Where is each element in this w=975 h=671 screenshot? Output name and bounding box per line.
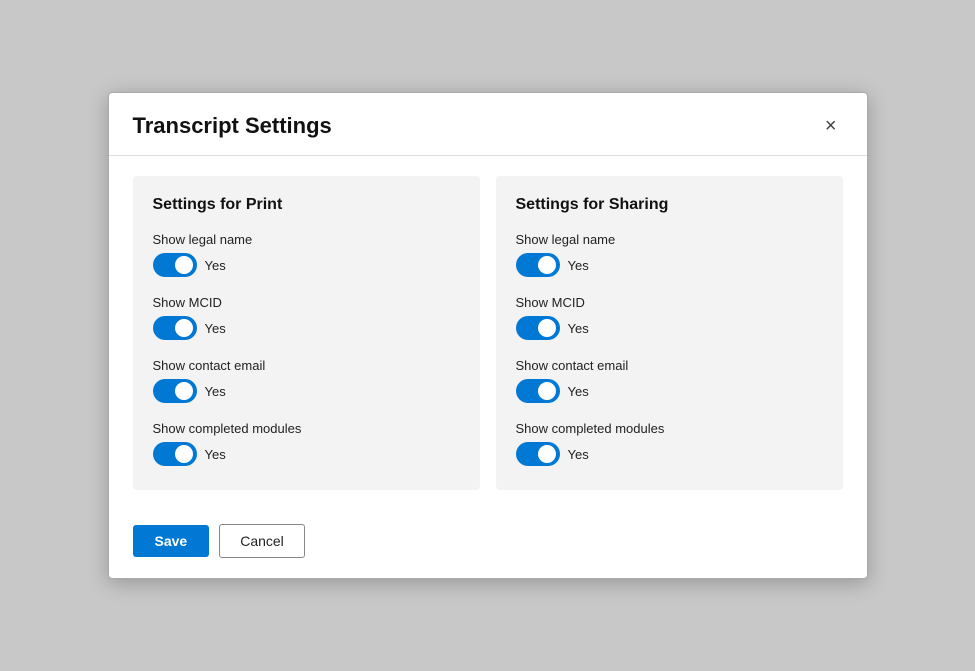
sharing-show-mcid-label: Show MCID: [516, 295, 823, 310]
sharing-show-contact-email-yes: Yes: [568, 384, 589, 399]
print-panel-title: Settings for Print: [153, 196, 460, 214]
sharing-show-mcid-yes: Yes: [568, 321, 589, 336]
dialog-footer: Save Cancel: [109, 510, 867, 578]
print-show-contact-email-yes: Yes: [205, 384, 226, 399]
sharing-show-mcid-toggle-row: Yes: [516, 316, 823, 340]
print-settings-panel: Settings for Print Show legal name Yes S…: [133, 176, 480, 490]
print-show-completed-modules-label: Show completed modules: [153, 421, 460, 436]
sharing-show-legal-name-toggle-row: Yes: [516, 253, 823, 277]
print-show-legal-name-yes: Yes: [205, 258, 226, 273]
dialog-title: Transcript Settings: [133, 113, 332, 139]
sharing-show-completed-modules-label: Show completed modules: [516, 421, 823, 436]
close-button[interactable]: ×: [819, 114, 843, 138]
sharing-show-mcid-toggle[interactable]: [516, 316, 560, 340]
print-show-legal-name-toggle[interactable]: [153, 253, 197, 277]
print-show-legal-name-item: Show legal name Yes: [153, 232, 460, 277]
print-show-mcid-toggle[interactable]: [153, 316, 197, 340]
sharing-show-completed-modules-toggle-row: Yes: [516, 442, 823, 466]
sharing-show-mcid-item: Show MCID Yes: [516, 295, 823, 340]
sharing-show-completed-modules-toggle[interactable]: [516, 442, 560, 466]
print-show-completed-modules-toggle[interactable]: [153, 442, 197, 466]
print-show-completed-modules-item: Show completed modules Yes: [153, 421, 460, 466]
cancel-button[interactable]: Cancel: [219, 524, 305, 558]
print-show-contact-email-toggle[interactable]: [153, 379, 197, 403]
print-show-completed-modules-toggle-row: Yes: [153, 442, 460, 466]
save-button[interactable]: Save: [133, 525, 210, 557]
sharing-show-legal-name-toggle[interactable]: [516, 253, 560, 277]
sharing-show-contact-email-toggle[interactable]: [516, 379, 560, 403]
print-show-mcid-yes: Yes: [205, 321, 226, 336]
print-show-contact-email-toggle-row: Yes: [153, 379, 460, 403]
dialog-body: Settings for Print Show legal name Yes S…: [109, 156, 867, 510]
sharing-show-legal-name-yes: Yes: [568, 258, 589, 273]
sharing-show-legal-name-item: Show legal name Yes: [516, 232, 823, 277]
sharing-show-contact-email-toggle-row: Yes: [516, 379, 823, 403]
sharing-panel-title: Settings for Sharing: [516, 196, 823, 214]
print-show-mcid-toggle-row: Yes: [153, 316, 460, 340]
print-show-contact-email-item: Show contact email Yes: [153, 358, 460, 403]
sharing-settings-panel: Settings for Sharing Show legal name Yes…: [496, 176, 843, 490]
transcript-settings-dialog: Transcript Settings × Settings for Print…: [108, 92, 868, 579]
sharing-show-contact-email-item: Show contact email Yes: [516, 358, 823, 403]
sharing-show-completed-modules-yes: Yes: [568, 447, 589, 462]
dialog-header: Transcript Settings ×: [109, 93, 867, 156]
sharing-show-legal-name-label: Show legal name: [516, 232, 823, 247]
print-show-mcid-item: Show MCID Yes: [153, 295, 460, 340]
sharing-show-contact-email-label: Show contact email: [516, 358, 823, 373]
sharing-show-completed-modules-item: Show completed modules Yes: [516, 421, 823, 466]
print-show-legal-name-label: Show legal name: [153, 232, 460, 247]
print-show-contact-email-label: Show contact email: [153, 358, 460, 373]
print-show-legal-name-toggle-row: Yes: [153, 253, 460, 277]
print-show-completed-modules-yes: Yes: [205, 447, 226, 462]
print-show-mcid-label: Show MCID: [153, 295, 460, 310]
